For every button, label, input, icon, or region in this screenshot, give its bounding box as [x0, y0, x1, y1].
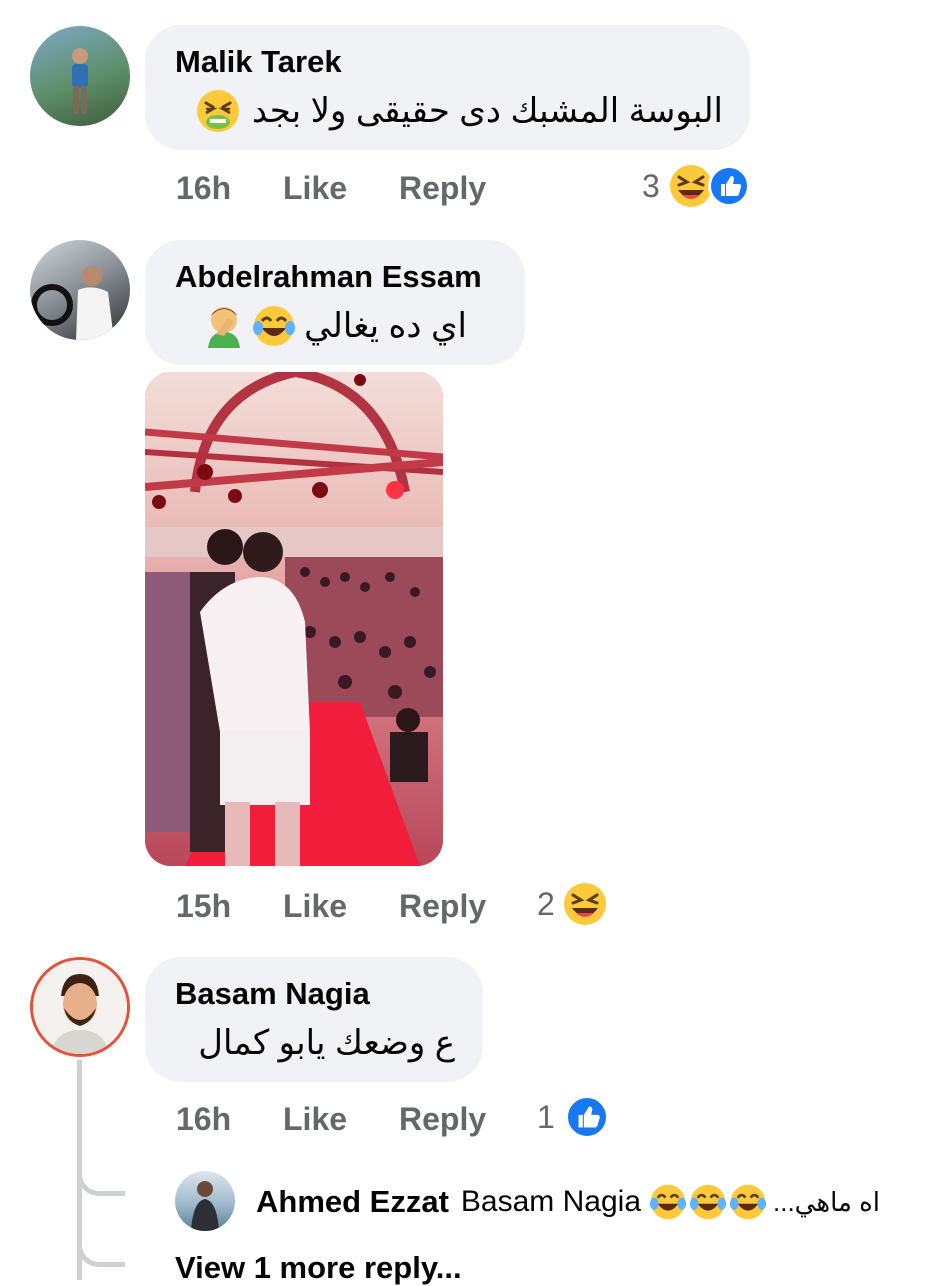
reply-author[interactable]: Ahmed Ezzat	[256, 1184, 449, 1220]
tears-of-joy-icon	[729, 1184, 767, 1220]
comment-like-button-1[interactable]: Like	[283, 170, 347, 207]
avatar-malik-tarek[interactable]	[30, 26, 130, 126]
comment-text-3: ع وضعك يابو كمال	[198, 1024, 455, 1062]
nauseated-face-emoji	[196, 89, 240, 133]
comment-time-1[interactable]: 16h	[176, 170, 231, 207]
avatar-abdelrahman-essam[interactable]	[30, 240, 130, 340]
comment-time-2[interactable]: 15h	[176, 888, 231, 925]
comment-time-3[interactable]: 16h	[176, 1101, 231, 1138]
comment-reply-button-2[interactable]: Reply	[399, 888, 486, 925]
reaction-count-3[interactable]: 1	[537, 1099, 555, 1136]
comment-text-row-3: ع وضعك يابو كمال	[183, 1018, 455, 1068]
comment-photo-attachment[interactable]	[145, 372, 443, 866]
comment-text-row-2: اي ده يغالي	[187, 301, 467, 351]
reply-line: Ahmed Ezzat Basam Nagia اه ماهي...	[256, 1180, 916, 1224]
tears-of-joy-icon	[689, 1184, 727, 1220]
reply-text: اه ماهي...	[773, 1186, 880, 1217]
view-more-replies-link[interactable]: View 1 more reply...	[175, 1250, 462, 1286]
comment-author-2[interactable]: Abdelrahman Essam	[175, 259, 482, 295]
reply-emojis	[649, 1183, 767, 1221]
reactions-1[interactable]	[668, 163, 758, 209]
reaction-count-2[interactable]: 2	[537, 886, 555, 923]
thread-connector-branch-1	[77, 1150, 125, 1196]
avatar-ahmed-ezzat[interactable]	[175, 1171, 235, 1231]
comment-author-1[interactable]: Malik Tarek	[175, 44, 342, 80]
laughing-face-icon[interactable]	[562, 881, 608, 927]
reply-mention[interactable]: Basam Nagia	[461, 1185, 641, 1219]
tears-of-joy-icon	[649, 1184, 687, 1220]
comment-text-2: اي ده يغالي	[304, 307, 467, 345]
like-reaction-icon	[708, 165, 750, 207]
comment-reply-button-3[interactable]: Reply	[399, 1101, 486, 1138]
comment-like-button-3[interactable]: Like	[283, 1101, 347, 1138]
comment-text-1: البوسة المشبك دى حقيقى ولا بجد	[251, 92, 723, 130]
avatar-basam-nagia[interactable]	[30, 957, 130, 1057]
comment-reply-button-1[interactable]: Reply	[399, 170, 486, 207]
reaction-count-1[interactable]: 3	[642, 168, 660, 205]
comment-author-3[interactable]: Basam Nagia	[175, 976, 370, 1012]
tears-of-joy-emoji	[253, 306, 296, 346]
facepalm-emoji	[208, 307, 241, 348]
like-reaction-icon[interactable]	[565, 1095, 609, 1139]
thread-connector-branch-2	[77, 1230, 125, 1267]
comment-text-row-1: البوسة المشبك دى حقيقى ولا بجد	[183, 86, 723, 136]
comment-like-button-2[interactable]: Like	[283, 888, 347, 925]
